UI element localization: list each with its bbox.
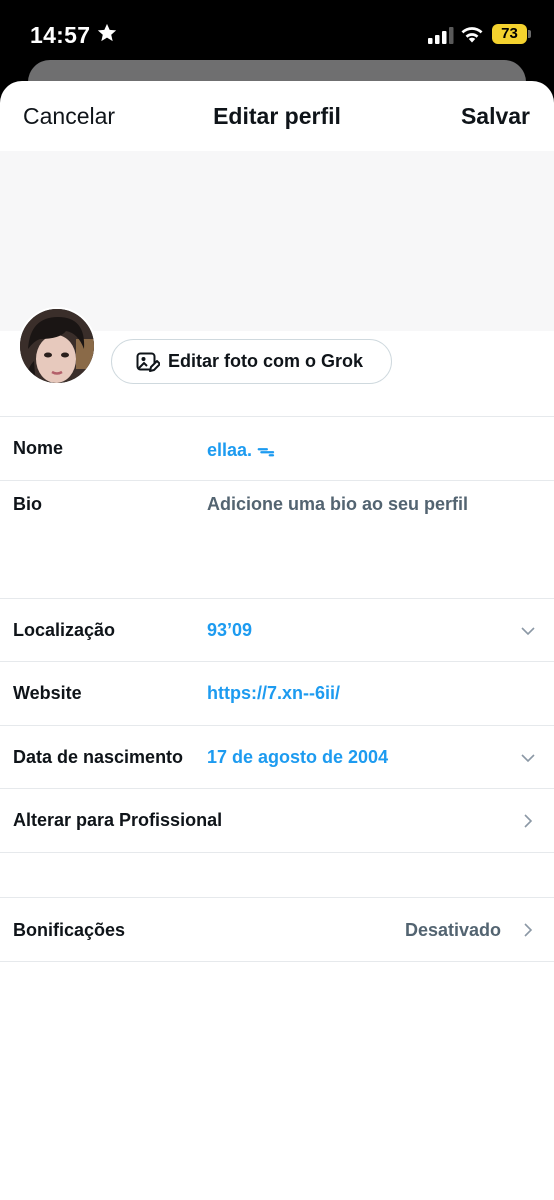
birthdate-row[interactable]: Data de nascimento 17 de agosto de 2004 bbox=[0, 725, 554, 788]
save-button[interactable]: Salvar bbox=[461, 103, 530, 130]
edit-photo-grok-label: Editar foto com o Grok bbox=[168, 351, 364, 371]
website-row[interactable]: Website https://7.xn--6ii/ bbox=[0, 661, 554, 725]
chevron-down-icon bbox=[521, 627, 535, 636]
bio-label: Bio bbox=[13, 494, 42, 514]
location-row[interactable]: Localização 93’09 bbox=[0, 598, 554, 661]
edit-profile-sheet: Cancelar Editar perfil Salvar Editar fot… bbox=[0, 81, 554, 1200]
name-label: Nome bbox=[13, 438, 64, 458]
avatar-photo bbox=[20, 309, 94, 383]
name-value[interactable]: ellaa. ᯓ bbox=[207, 438, 275, 462]
avatar[interactable] bbox=[18, 307, 96, 385]
signal-icon bbox=[428, 27, 454, 44]
bio-row[interactable]: Bio Adicione uma bio ao seu perfil bbox=[0, 480, 554, 598]
battery-level: 73 bbox=[492, 24, 527, 44]
battery-tip bbox=[528, 30, 531, 38]
chevron-right-icon bbox=[524, 814, 533, 828]
cancel-button[interactable]: Cancelar bbox=[23, 103, 115, 130]
website-label: Website bbox=[13, 683, 82, 703]
section-divider bbox=[0, 961, 554, 962]
birthdate-label: Data de nascimento bbox=[13, 747, 184, 767]
tips-status: Desativado bbox=[404, 920, 501, 940]
chevron-right-icon bbox=[524, 923, 533, 937]
switch-professional-label: Alterar para Profissional bbox=[13, 810, 223, 830]
wifi-icon bbox=[461, 27, 483, 43]
tips-label: Bonificações bbox=[13, 920, 126, 940]
name-row[interactable]: Nome ellaa. ᯓ bbox=[0, 416, 554, 480]
status-time: 14:57 bbox=[30, 22, 91, 48]
location-value: 93’09 bbox=[207, 620, 253, 640]
bio-input[interactable]: Adicione uma bio ao seu perfil bbox=[207, 494, 468, 515]
star-icon bbox=[97, 23, 117, 42]
location-label: Localização bbox=[13, 620, 116, 640]
chevron-down-icon bbox=[521, 754, 535, 763]
switch-professional-row[interactable]: Alterar para Profissional bbox=[0, 788, 554, 852]
tips-row[interactable]: Bonificações Desativado bbox=[0, 897, 554, 961]
edit-photo-grok-button[interactable]: Editar foto com o Grok bbox=[111, 339, 392, 384]
header-banner[interactable] bbox=[0, 151, 554, 331]
section-divider bbox=[0, 852, 554, 853]
birthdate-value: 17 de agosto de 2004 bbox=[207, 747, 389, 767]
image-edit-icon bbox=[136, 352, 160, 372]
nav-bar: Cancelar Editar perfil Salvar bbox=[0, 81, 554, 151]
website-value[interactable]: https://7.xn--6ii/ bbox=[207, 683, 340, 704]
